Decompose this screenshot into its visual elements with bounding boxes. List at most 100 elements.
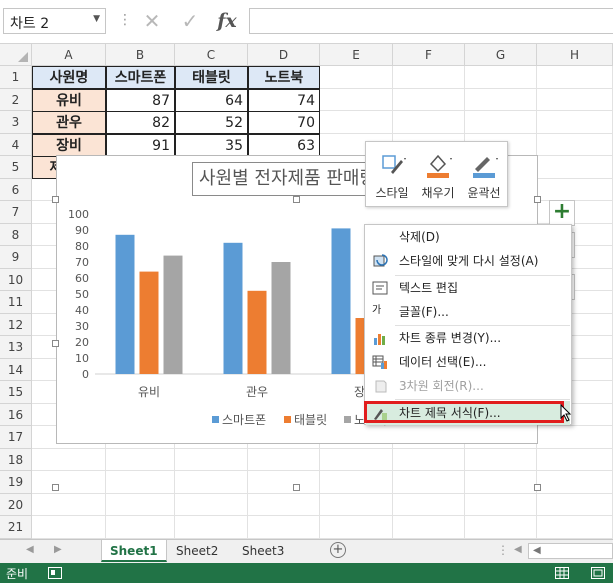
column-header[interactable]: A: [32, 44, 106, 66]
menu-item-change-chart-type[interactable]: 차트 종류 변경(Y)...: [366, 326, 570, 350]
bar-스마트폰: [223, 242, 243, 374]
row-header[interactable]: 10: [0, 268, 32, 291]
table-value-cell[interactable]: 74: [248, 88, 320, 112]
table-value-cell[interactable]: 35: [175, 133, 248, 157]
macro-record-icon[interactable]: [48, 567, 62, 579]
row-header[interactable]: 16: [0, 403, 32, 426]
name-box[interactable]: 차트 2 ▼: [3, 8, 106, 34]
outline-button[interactable]: 윤곽선: [462, 146, 506, 204]
style-button[interactable]: 스타일: [370, 146, 414, 204]
normal-view-icon[interactable]: [555, 567, 569, 579]
row-header[interactable]: 4: [0, 133, 32, 156]
fill-button[interactable]: 채우기: [416, 146, 460, 204]
insert-function-icon[interactable]: fx: [212, 8, 242, 34]
table-header-cell[interactable]: 노트북: [248, 66, 320, 89]
menu-separator: [395, 399, 570, 400]
menu-item-reset-style[interactable]: 스타일에 맞게 다시 설정(A): [366, 249, 570, 273]
row-header[interactable]: 1: [0, 66, 32, 89]
scroll-right-icon[interactable]: ▶: [54, 544, 62, 555]
table-value-cell[interactable]: 91: [106, 133, 175, 157]
bar-태블릿: [247, 290, 267, 374]
table-value-cell[interactable]: 64: [175, 88, 248, 112]
row-header[interactable]: 9: [0, 246, 32, 269]
row-header[interactable]: 17: [0, 426, 32, 449]
menu-item-label: 텍스트 편집: [399, 281, 459, 295]
legend-label: 태블릿: [294, 413, 327, 427]
column-header[interactable]: H: [537, 44, 613, 66]
name-box-value: 차트 2: [10, 16, 50, 32]
menu-item-font[interactable]: 가 글꼴(F)...: [366, 300, 570, 324]
menu-item-select-data[interactable]: 데이터 선택(E)...: [366, 350, 570, 374]
row-header[interactable]: 7: [0, 201, 32, 224]
column-header[interactable]: E: [320, 44, 393, 66]
row-name-cell[interactable]: 관우: [32, 111, 106, 134]
resize-handle[interactable]: [52, 484, 59, 491]
row-header[interactable]: 15: [0, 381, 32, 404]
table-value-cell[interactable]: 63: [248, 133, 320, 157]
row-header[interactable]: 6: [0, 178, 32, 201]
column-header[interactable]: F: [393, 44, 465, 66]
row-header[interactable]: 2: [0, 88, 32, 111]
row-name-cell[interactable]: 유비: [32, 88, 106, 112]
row-header[interactable]: 18: [0, 448, 32, 471]
y-tick-label: 50: [75, 288, 89, 301]
row-header[interactable]: 5: [0, 156, 32, 179]
menu-item-edit-text[interactable]: 텍스트 편집: [366, 276, 570, 300]
resize-handle[interactable]: [534, 196, 541, 203]
hscroll-arrow-icon[interactable]: ◀: [533, 545, 541, 556]
table-header-cell[interactable]: 사원명: [32, 66, 106, 89]
y-tick-label: 30: [75, 320, 89, 333]
row-header[interactable]: 12: [0, 313, 32, 336]
menu-item-label: 스타일에 맞게 다시 설정(A): [399, 254, 539, 268]
legend-swatch: [284, 416, 291, 423]
page-layout-icon[interactable]: [591, 567, 605, 579]
menu-item-delete[interactable]: 삭제(D): [366, 225, 570, 249]
reset-style-icon: [373, 254, 388, 267]
hscroll-left-icon[interactable]: ◀: [514, 544, 522, 555]
formula-input[interactable]: [249, 8, 613, 34]
resize-handle[interactable]: [52, 340, 59, 347]
table-value-cell[interactable]: 70: [248, 111, 320, 134]
resize-handle[interactable]: [293, 484, 300, 491]
enter-icon[interactable]: ✓: [175, 8, 205, 34]
y-tick-label: 0: [82, 368, 89, 381]
table-header-cell[interactable]: 스마트폰: [106, 66, 175, 89]
menu-item-label: 차트 종류 변경(Y)...: [399, 331, 502, 345]
menu-item-label: 3차원 회전(R)...: [399, 379, 484, 393]
gridline: [32, 492, 613, 494]
row-header[interactable]: 11: [0, 291, 32, 314]
column-header[interactable]: D: [248, 44, 320, 66]
horizontal-scrollbar[interactable]: ◀: [528, 543, 613, 559]
column-header[interactable]: B: [106, 44, 175, 66]
sheet-tab-3[interactable]: Sheet3: [234, 540, 292, 562]
select-all-corner[interactable]: [0, 44, 32, 66]
mouse-cursor-icon: [560, 404, 572, 422]
row-header[interactable]: 13: [0, 336, 32, 359]
row-header[interactable]: 20: [0, 493, 32, 516]
resize-handle[interactable]: [293, 196, 300, 203]
resize-handle[interactable]: [52, 196, 59, 203]
scroll-left-icon[interactable]: ◀: [26, 544, 34, 555]
chart-elements-button[interactable]: +: [549, 200, 575, 226]
row-name-cell[interactable]: 장비: [32, 133, 106, 157]
cancel-icon[interactable]: ✕: [137, 8, 167, 34]
y-tick-label: 100: [68, 208, 89, 221]
table-value-cell[interactable]: 82: [106, 111, 175, 134]
row-header[interactable]: 8: [0, 223, 32, 246]
row-header[interactable]: 14: [0, 358, 32, 381]
row-header[interactable]: 3: [0, 111, 32, 134]
table-value-cell[interactable]: 87: [106, 88, 175, 112]
row-header[interactable]: 19: [0, 471, 32, 494]
bar-스마트폰: [115, 234, 135, 374]
row-header[interactable]: 21: [0, 516, 32, 539]
add-sheet-icon[interactable]: +: [330, 542, 346, 558]
column-header[interactable]: G: [465, 44, 537, 66]
table-header-cell[interactable]: 태블릿: [175, 66, 248, 89]
sheet-tab-2[interactable]: Sheet2: [168, 540, 226, 562]
column-header[interactable]: C: [175, 44, 248, 66]
chevron-down-icon[interactable]: ▼: [93, 14, 100, 24]
resize-handle[interactable]: [534, 484, 541, 491]
formula-bar: 차트 2 ▼ ⋮ ✕ ✓ fx: [0, 0, 613, 44]
sheet-tab-1[interactable]: Sheet1: [101, 540, 167, 562]
table-value-cell[interactable]: 52: [175, 111, 248, 134]
